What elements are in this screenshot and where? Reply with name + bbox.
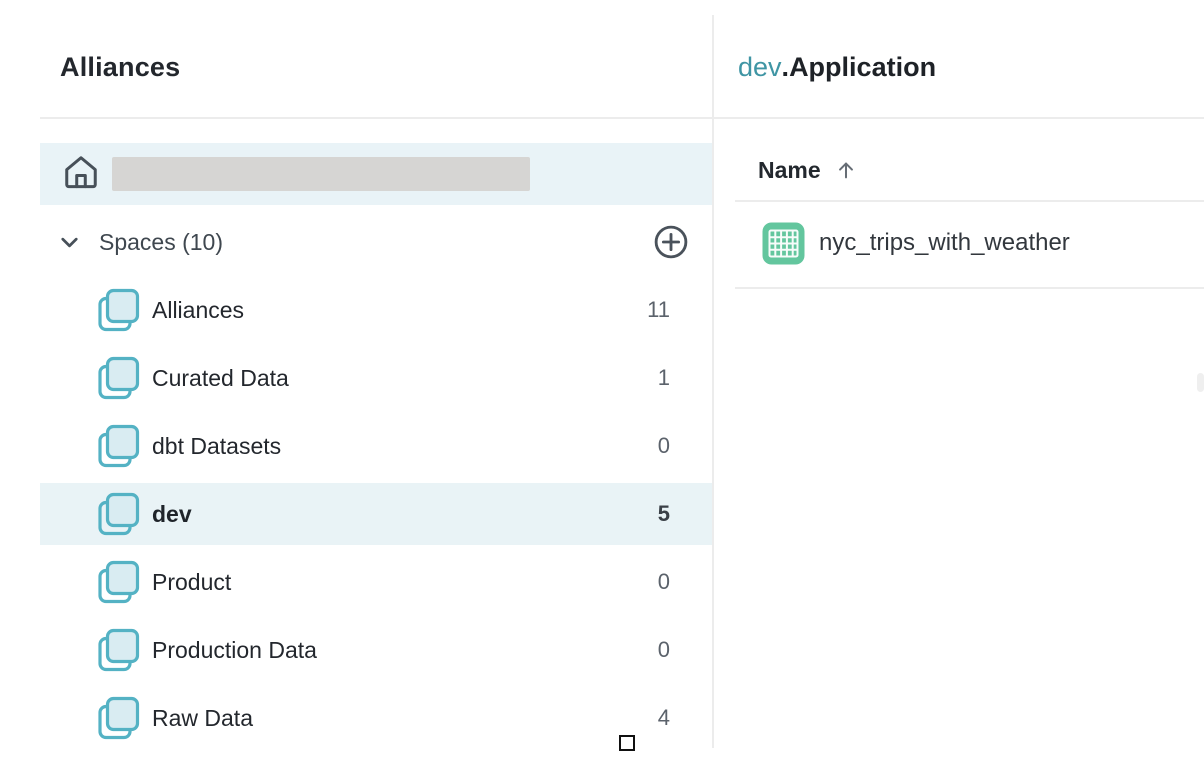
spaces-section-label[interactable]: Spaces (10) — [99, 229, 223, 256]
sidebar-item-label: Alliances — [152, 297, 244, 324]
space-icon — [98, 560, 140, 605]
space-icon — [98, 492, 140, 537]
sidebar-item-product[interactable]: Product 0 — [40, 551, 712, 613]
sidebar-item-raw-data[interactable]: Raw Data 4 — [40, 687, 712, 749]
space-icon — [98, 424, 140, 469]
dataset-name: nyc_trips_with_weather — [819, 229, 1070, 257]
sidebar-item-label: Production Data — [152, 637, 317, 664]
column-header-label: Name — [758, 157, 821, 184]
add-space-button[interactable] — [652, 223, 690, 261]
scrollbar-thumb[interactable] — [1197, 373, 1204, 392]
home-row[interactable] — [40, 143, 712, 205]
page-title: Application — [789, 52, 936, 82]
sidebar-item-label: Product — [152, 569, 231, 596]
sidebar-item-count: 0 — [610, 637, 670, 663]
chevron-down-icon[interactable] — [56, 229, 83, 256]
table-icon — [762, 222, 805, 265]
sidebar-item-production-data[interactable]: Production Data 0 — [40, 619, 712, 681]
sidebar-item-count: 0 — [610, 433, 670, 459]
sidebar-title: Alliances — [60, 52, 180, 83]
breadcrumb-separator: . — [782, 52, 790, 82]
sidebar-item-count: 4 — [610, 705, 670, 731]
sidebar-item-label: Curated Data — [152, 365, 289, 392]
divider — [40, 117, 712, 119]
sidebar-item-curated-data[interactable]: Curated Data 1 — [40, 347, 712, 409]
divider — [735, 287, 1204, 289]
sidebar-item-dbt-datasets[interactable]: dbt Datasets 0 — [40, 415, 712, 477]
space-icon — [98, 356, 140, 401]
dataset-row[interactable]: nyc_trips_with_weather — [762, 218, 1070, 268]
space-list: Alliances 11 Curated Data 1 — [40, 279, 712, 755]
sidebar-item-label: dev — [152, 501, 192, 528]
sidebar-item-label: dbt Datasets — [152, 433, 281, 460]
breadcrumb-space-link[interactable]: dev — [738, 52, 782, 82]
app-window: Alliances Spaces (10) — [0, 0, 1204, 770]
sidebar-item-alliances[interactable]: Alliances 11 — [40, 279, 712, 341]
space-icon — [98, 696, 140, 741]
sidebar-item-label: Raw Data — [152, 705, 253, 732]
plus-circle-icon — [652, 223, 690, 261]
sidebar-item-count: 5 — [610, 501, 670, 527]
sidebar-item-dev[interactable]: dev 5 — [40, 483, 712, 545]
space-icon — [98, 288, 140, 333]
divider — [714, 117, 1204, 119]
divider — [735, 200, 1204, 202]
cursor-square-artifact — [619, 735, 635, 751]
sort-ascending-icon — [835, 158, 857, 182]
redacted-label-bar — [112, 157, 530, 191]
spaces-section-header: Spaces (10) — [40, 211, 712, 273]
main-panel: dev.Application Name — [737, 0, 1204, 770]
sidebar-item-count: 0 — [610, 569, 670, 595]
sidebar-item-count: 1 — [610, 365, 670, 391]
column-header-name[interactable]: Name — [758, 148, 857, 192]
panel-divider — [712, 15, 714, 748]
space-icon — [98, 628, 140, 673]
breadcrumb: dev.Application — [738, 52, 936, 83]
spaces-sidebar: Alliances Spaces (10) — [40, 0, 712, 770]
sidebar-item-count: 11 — [610, 297, 670, 323]
home-icon — [62, 153, 100, 196]
